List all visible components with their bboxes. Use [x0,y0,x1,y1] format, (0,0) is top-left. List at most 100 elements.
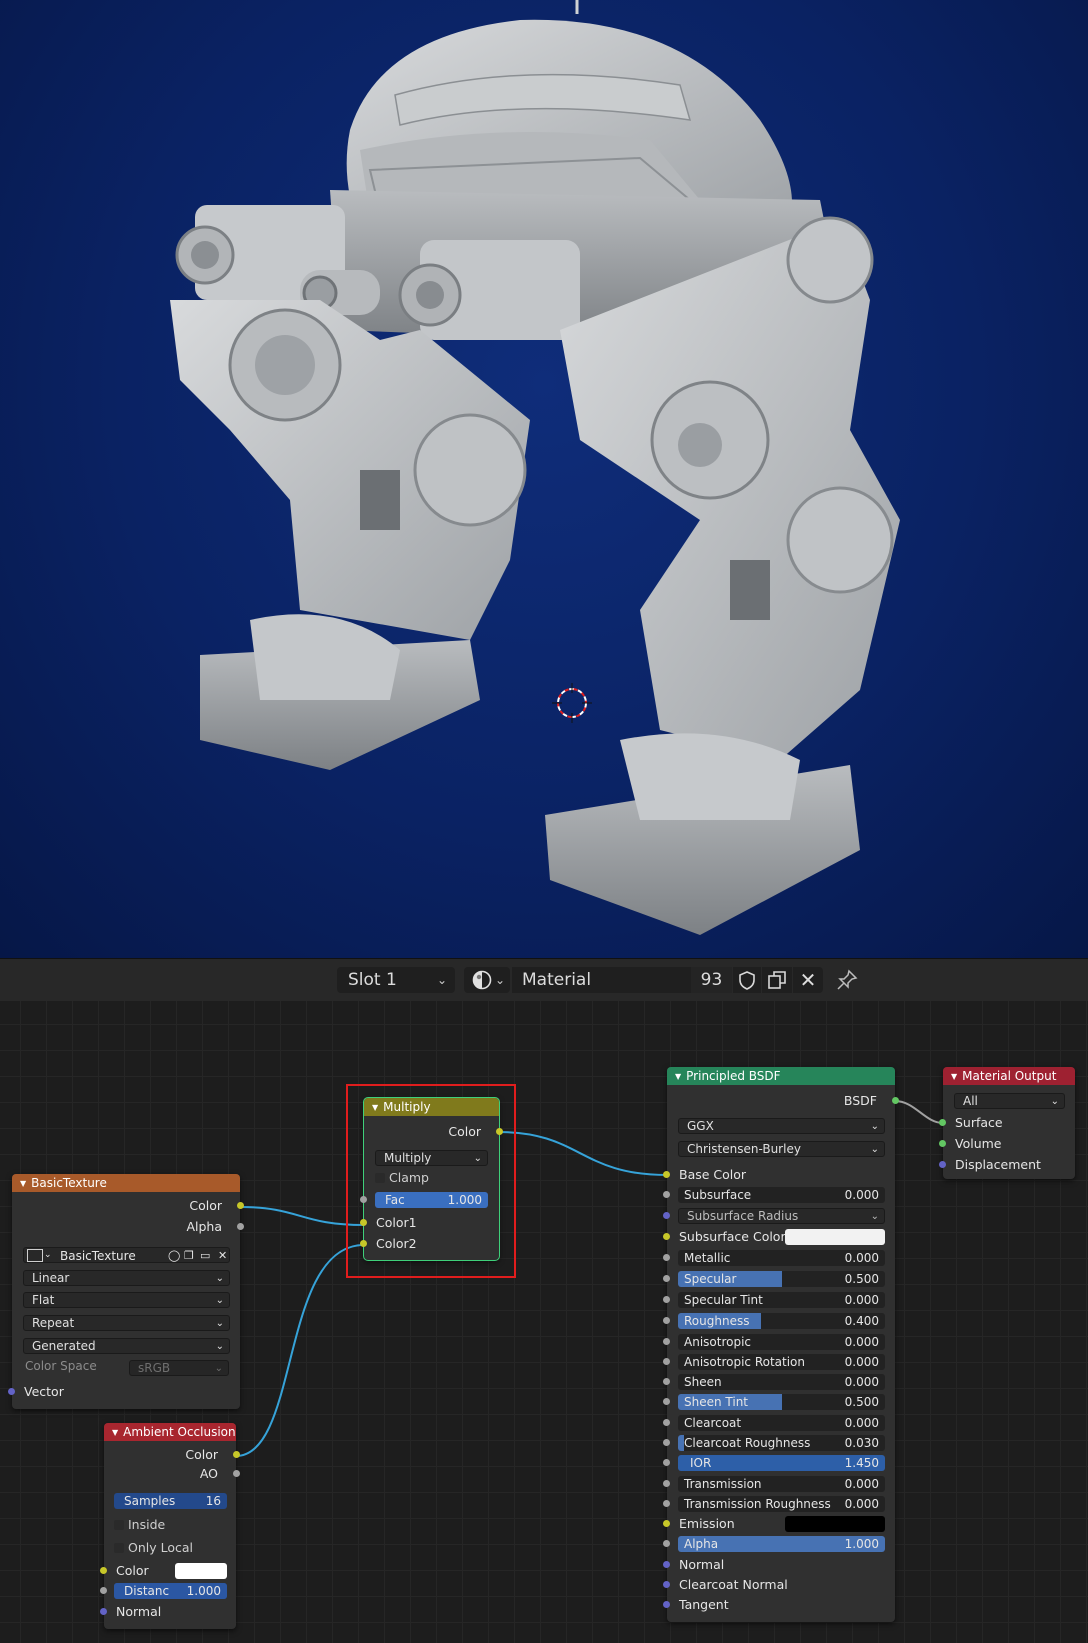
socket-vector-icon[interactable] [8,1388,15,1395]
socket-surface-icon[interactable] [939,1119,946,1126]
socket-color-icon[interactable] [233,1451,240,1458]
pin-button[interactable] [832,967,862,993]
fac-field[interactable]: Fac 1.000 [375,1192,488,1208]
duplicate-material-button[interactable] [762,967,792,993]
close-icon[interactable]: ✕ [218,1248,227,1264]
color-space-dropdown[interactable]: sRGB ⌄ [129,1360,229,1376]
node-editor-canvas[interactable]: ▼ BasicTexture Color Alpha ⌄ BasicTexture… [0,1001,1088,1643]
socket-icon[interactable] [663,1378,670,1385]
fake-user-shield-icon[interactable]: ◯ [168,1248,180,1264]
node-title[interactable]: ▼ Principled BSDF [667,1067,895,1085]
image-datablock[interactable]: ⌄ BasicTexture ◯ ❐ ▭ ✕ [23,1247,230,1263]
transmission-roughness-field[interactable]: Transmission Roughness 0.000 [678,1496,885,1512]
socket-color1-icon[interactable] [360,1219,367,1226]
socket-displacement-icon[interactable] [939,1161,946,1168]
inside-checkbox[interactable]: Inside [114,1515,165,1535]
node-multiply[interactable]: ▼ Multiply Color Multiply ⌄ Clamp Fac 1.000… [360,1097,503,1261]
socket-icon[interactable] [663,1358,670,1365]
socket-icon[interactable] [663,1561,670,1568]
sheen-tint-field[interactable]: Sheen Tint 0.500 [678,1394,885,1410]
socket-icon[interactable] [663,1338,670,1345]
socket-icon[interactable] [663,1254,670,1261]
node-basic-texture[interactable]: ▼ BasicTexture Color Alpha ⌄ BasicTexture… [8,1174,244,1409]
socket-icon[interactable] [663,1317,670,1324]
socket-icon[interactable] [663,1212,670,1219]
only-local-checkbox[interactable]: Only Local [114,1538,193,1558]
socket-color2-icon[interactable] [360,1240,367,1247]
unlink-material-button[interactable]: ✕ [793,967,823,993]
blend-mode-dropdown[interactable]: Multiply ⌄ [375,1150,488,1166]
subsurface-color-swatch[interactable] [785,1229,885,1245]
socket-distance-icon[interactable] [100,1587,107,1594]
socket-color-icon[interactable] [237,1202,244,1209]
node-material-output[interactable]: ▼ Material Output All ⌄ Surface Volume Dis… [939,1067,1075,1179]
node-title[interactable]: ▼ Ambient Occlusion [104,1423,236,1441]
clamp-checkbox[interactable]: Clamp [375,1168,429,1188]
3d-viewport[interactable] [0,0,1088,958]
collapse-triangle-icon[interactable]: ▼ [675,1072,681,1081]
node-title[interactable]: ▼ Multiply [364,1098,499,1116]
subsurface-field[interactable]: Subsurface 0.000 [678,1187,885,1203]
socket-base-color-icon[interactable] [663,1171,670,1178]
duplicate-icon[interactable]: ❐ [184,1248,194,1264]
collapse-triangle-icon[interactable]: ▼ [951,1072,957,1081]
distance-field[interactable]: Distanc 1.000 [114,1583,227,1599]
socket-normal-icon[interactable] [100,1608,107,1615]
ior-field[interactable]: IOR 1.450 [678,1455,885,1471]
node-title[interactable]: ▼ Material Output [943,1067,1075,1085]
specular-tint-field[interactable]: Specular Tint 0.000 [678,1292,885,1308]
projection-dropdown[interactable]: Flat ⌄ [23,1292,230,1308]
material-browse-button[interactable]: ⌄ [464,967,510,993]
socket-icon[interactable] [663,1601,670,1608]
specular-field[interactable]: Specular 0.500 [678,1271,885,1287]
socket-icon[interactable] [663,1275,670,1282]
socket-icon[interactable] [663,1480,670,1487]
subsurface-radius-dropdown[interactable]: Subsurface Radius ⌄ [678,1208,885,1224]
slot-selector[interactable]: Slot 1 ⌄ [337,967,455,993]
socket-color-icon[interactable] [100,1567,107,1574]
collapse-triangle-icon[interactable]: ▼ [112,1428,118,1437]
roughness-field[interactable]: Roughness 0.400 [678,1313,885,1329]
collapse-triangle-icon[interactable]: ▼ [372,1103,378,1112]
node-principled-bsdf[interactable]: ▼ Principled BSDF BSDF GGX ⌄ Christensen-B… [663,1067,899,1622]
sheen-field[interactable]: Sheen 0.000 [678,1374,885,1390]
socket-icon[interactable] [663,1581,670,1588]
image-icon[interactable] [27,1249,43,1262]
distribution-dropdown[interactable]: GGX ⌄ [678,1118,885,1134]
folder-icon[interactable]: ▭ [200,1248,210,1264]
socket-icon[interactable] [663,1296,670,1303]
interpolation-dropdown[interactable]: Linear ⌄ [23,1270,230,1286]
socket-icon[interactable] [663,1398,670,1405]
collapse-triangle-icon[interactable]: ▼ [20,1179,26,1188]
emission-color-swatch[interactable] [785,1516,885,1532]
transmission-field[interactable]: Transmission 0.000 [678,1476,885,1492]
socket-icon[interactable] [663,1540,670,1547]
socket-icon[interactable] [663,1419,670,1426]
socket-fac-icon[interactable] [360,1196,367,1203]
fake-user-button[interactable] [733,967,761,993]
node-title[interactable]: ▼ BasicTexture [12,1174,240,1192]
socket-icon[interactable] [663,1191,670,1198]
image-name[interactable]: BasicTexture [60,1248,136,1264]
socket-alpha-icon[interactable] [237,1223,244,1230]
socket-volume-icon[interactable] [939,1140,946,1147]
metallic-field[interactable]: Metallic 0.000 [678,1250,885,1266]
extension-dropdown[interactable]: Repeat ⌄ [23,1315,230,1331]
source-dropdown[interactable]: Generated ⌄ [23,1338,230,1354]
user-count[interactable]: 93 [691,967,732,993]
alpha-field[interactable]: Alpha 1.000 [678,1536,885,1552]
socket-icon[interactable] [663,1520,670,1527]
clearcoat-field[interactable]: Clearcoat 0.000 [678,1415,885,1431]
node-ambient-occlusion[interactable]: ▼ Ambient Occlusion Color AO Samples 16 In… [100,1423,240,1629]
samples-field[interactable]: Samples 16 [114,1493,227,1509]
socket-icon[interactable] [663,1500,670,1507]
anisotropic-field[interactable]: Anisotropic 0.000 [678,1334,885,1350]
color-swatch[interactable] [175,1563,227,1579]
subsurface-method-dropdown[interactable]: Christensen-Burley ⌄ [678,1141,885,1157]
clearcoat-roughness-field[interactable]: Clearcoat Roughness 0.030 [678,1435,885,1451]
socket-icon[interactable] [663,1459,670,1466]
socket-icon[interactable] [663,1439,670,1446]
socket-color-icon[interactable] [496,1128,503,1135]
target-dropdown[interactable]: All ⌄ [954,1093,1065,1109]
3d-cursor-icon[interactable] [552,683,592,723]
